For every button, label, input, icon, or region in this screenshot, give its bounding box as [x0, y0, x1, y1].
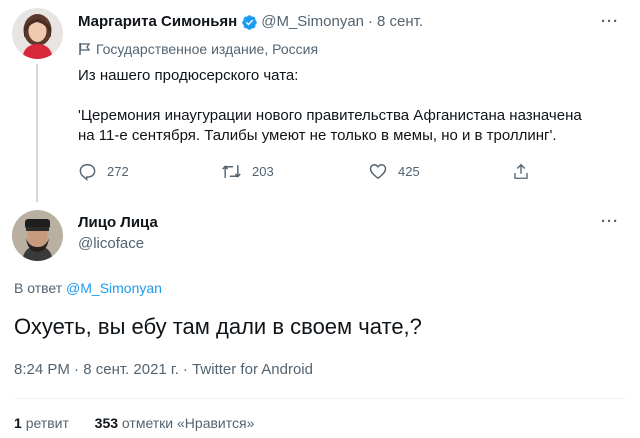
like-count: 353: [94, 415, 119, 431]
like-label: отметки «Нравится»: [121, 415, 255, 431]
avatar[interactable]: [12, 210, 63, 261]
text-line: Из нашего продюсерского чата:: [78, 67, 299, 84]
tweet1-header: Маргарита Симоньян @M_Simonyan · 8 сент.: [78, 12, 423, 32]
reply-icon: [79, 164, 96, 181]
tweet-date[interactable]: 8 сент.: [377, 12, 423, 32]
text-line: на 11-е сентября. Талибы умеют не только…: [78, 127, 557, 144]
retweet-count: 203: [252, 164, 274, 179]
reply-context: В ответ @M_Simonyan: [14, 279, 162, 297]
separator: ·: [182, 361, 188, 378]
thread-line: [36, 64, 38, 202]
separator: ·: [74, 361, 80, 378]
tweet-date[interactable]: 8 сент. 2021 г.: [83, 361, 179, 378]
tweet-actions: 272 203 425: [78, 162, 548, 184]
tweet-text: Из нашего продюсерского чата: 'Церемония…: [78, 66, 618, 146]
reply-count: 272: [107, 164, 129, 179]
verified-badge-icon: [241, 14, 258, 31]
state-media-label[interactable]: Государственное издание, Россия: [78, 40, 318, 58]
retweet-button[interactable]: 203: [221, 162, 274, 181]
author-handle[interactable]: @licoface: [78, 234, 144, 254]
engagement-stats: 1 ретвит 353 отметки «Нравится»: [14, 414, 254, 432]
tweet-meta: 8:24 PM · 8 сент. 2021 г. · Twitter for …: [14, 360, 313, 380]
reply-button[interactable]: 272: [78, 162, 129, 181]
retweet-count: 1: [14, 415, 22, 431]
separator: ·: [368, 13, 374, 30]
tweet-time[interactable]: 8:24 PM: [14, 361, 70, 378]
flag-icon: [79, 43, 91, 55]
text-line: 'Церемония инаугурации нового правительс…: [78, 107, 582, 124]
tweet-source[interactable]: Twitter for Android: [192, 361, 313, 378]
reply-prefix: В ответ: [14, 280, 63, 296]
tweet-text: Охуеть, вы ебу там дали в своем чате,?: [14, 314, 422, 339]
author-name[interactable]: Лицо Лица: [78, 213, 158, 233]
share-button[interactable]: [512, 162, 540, 181]
like-icon: [369, 164, 387, 180]
label-text: Государственное издание, Россия: [96, 41, 319, 57]
more-icon[interactable]: ···: [600, 14, 620, 36]
like-button[interactable]: 425: [368, 162, 420, 181]
divider: [14, 398, 626, 399]
more-icon[interactable]: ···: [600, 214, 620, 236]
reply-handle-link[interactable]: @M_Simonyan: [66, 280, 162, 296]
like-stat[interactable]: 353 отметки «Нравится»: [95, 415, 255, 431]
like-count: 425: [398, 164, 420, 179]
author-name[interactable]: Маргарита Симоньян: [78, 12, 237, 32]
retweet-icon: [222, 165, 241, 178]
share-icon: [514, 163, 528, 179]
retweet-stat[interactable]: 1 ретвит: [14, 415, 69, 431]
author-handle[interactable]: @M_Simonyan: [261, 12, 364, 32]
avatar[interactable]: [12, 8, 63, 59]
retweet-label: ретвит: [25, 415, 69, 431]
